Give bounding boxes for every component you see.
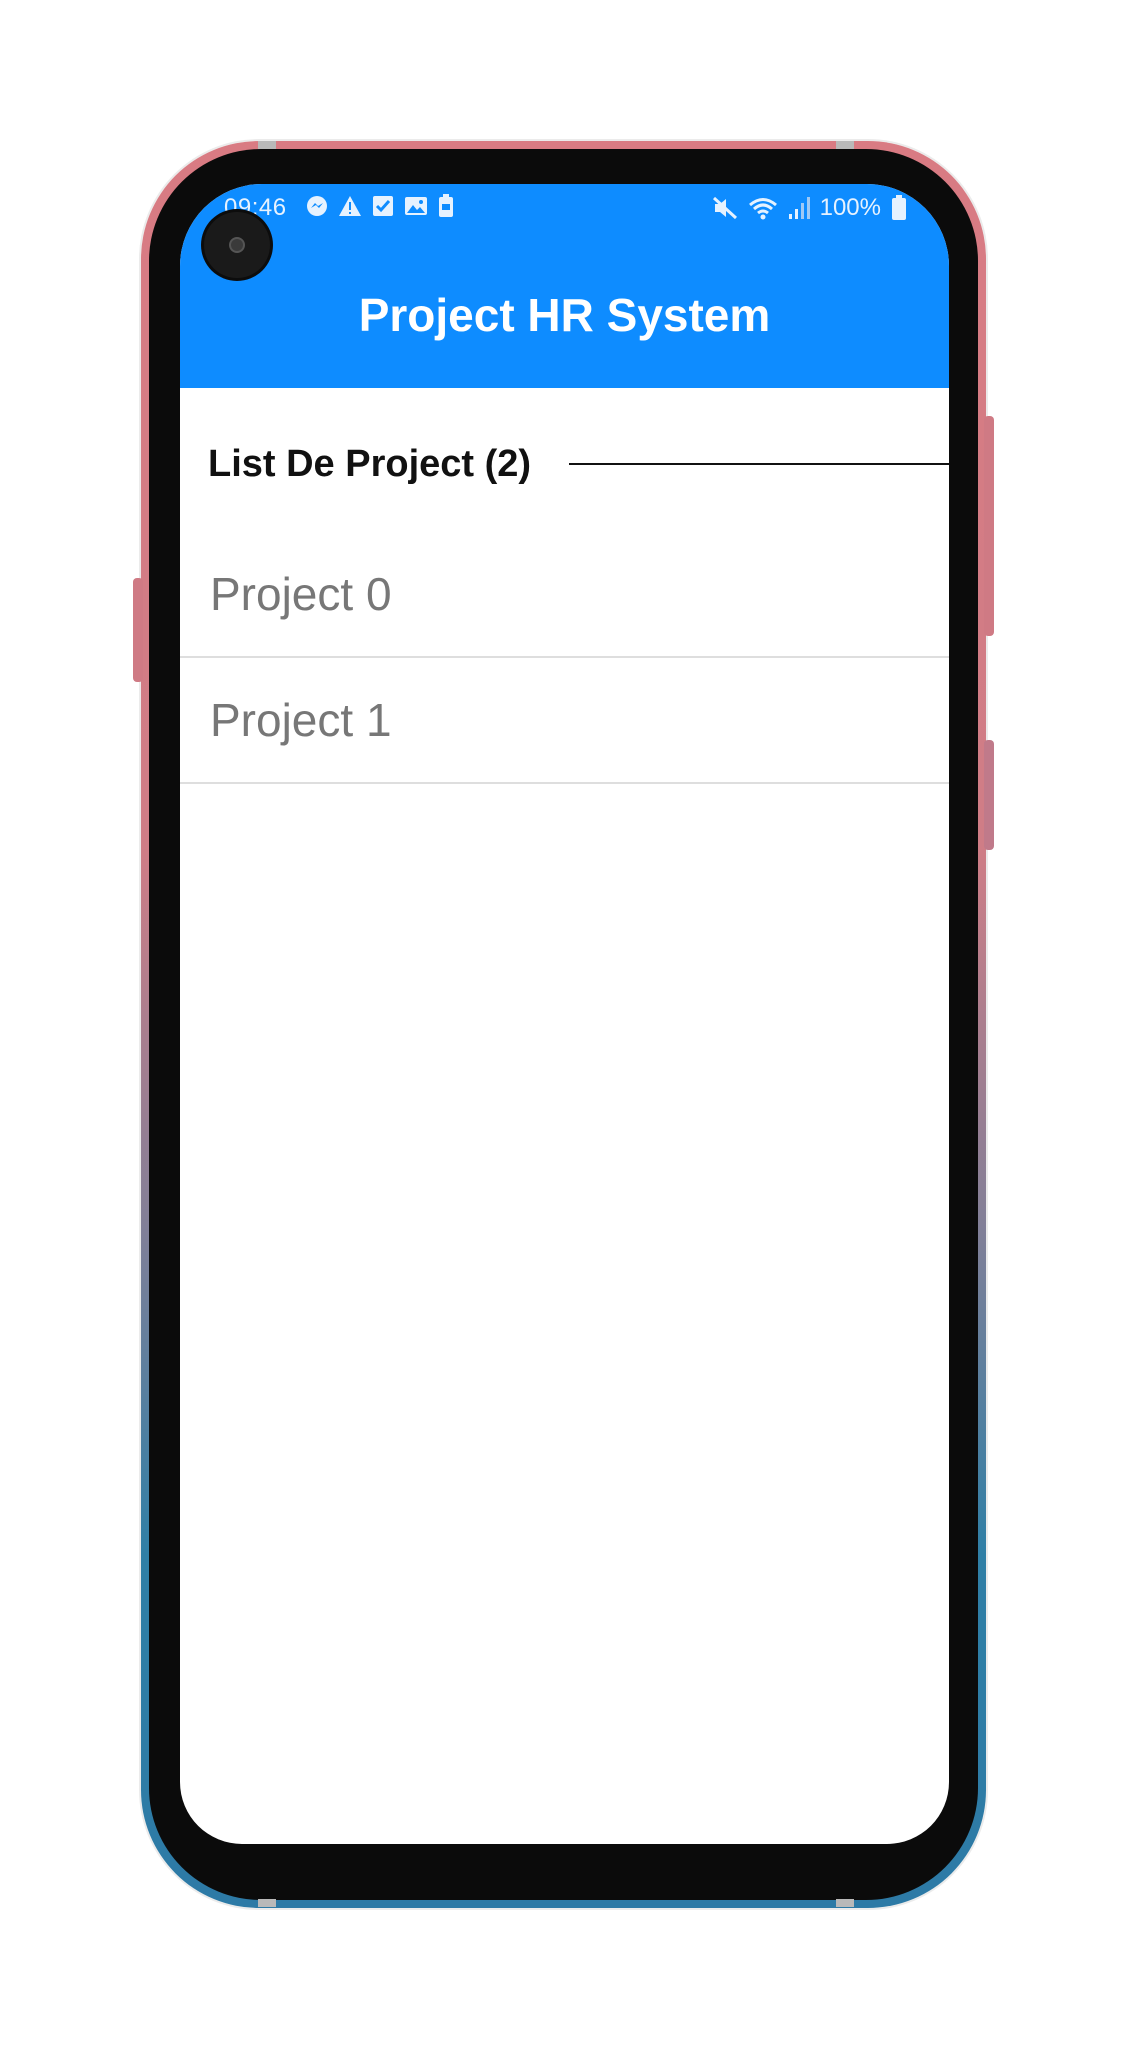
phone-screen: 09:46 100% Project HR System List De Pro… [180,184,949,1844]
antenna-band [836,1899,854,1907]
signal-icon [788,196,810,220]
app-title: Project HR System [358,289,771,341]
front-camera [204,212,270,278]
notification-icons [306,194,454,218]
antenna-band [258,141,276,149]
image-icon [404,195,428,217]
battery-percent: 100% [819,194,881,221]
section-title: List De Project (2) [208,442,532,485]
power-button [984,416,994,636]
antenna-band [836,141,854,149]
status-bar: 09:46 100% [180,184,949,232]
check-icon [372,195,394,217]
project-item-1[interactable]: Project 1 [180,658,949,784]
side-key [133,578,143,682]
canvas: 09:46 100% Project HR System List De Pro… [0,0,1125,2048]
warning-icon [338,195,362,217]
section-divider [569,463,949,465]
volume-button [984,740,994,850]
app-bar: 09:46 100% Project HR System [180,184,949,388]
battery-saver-icon [438,194,454,218]
battery-icon [891,195,907,221]
wifi-icon [748,196,778,220]
section-header: List De Project (2) [208,434,949,494]
system-icons: 100% [712,194,907,222]
messenger-icon [306,195,328,217]
project-list: Project 0 Project 1 [180,532,949,784]
project-item-0[interactable]: Project 0 [180,532,949,658]
antenna-band [258,1899,276,1907]
mute-icon [712,196,738,220]
